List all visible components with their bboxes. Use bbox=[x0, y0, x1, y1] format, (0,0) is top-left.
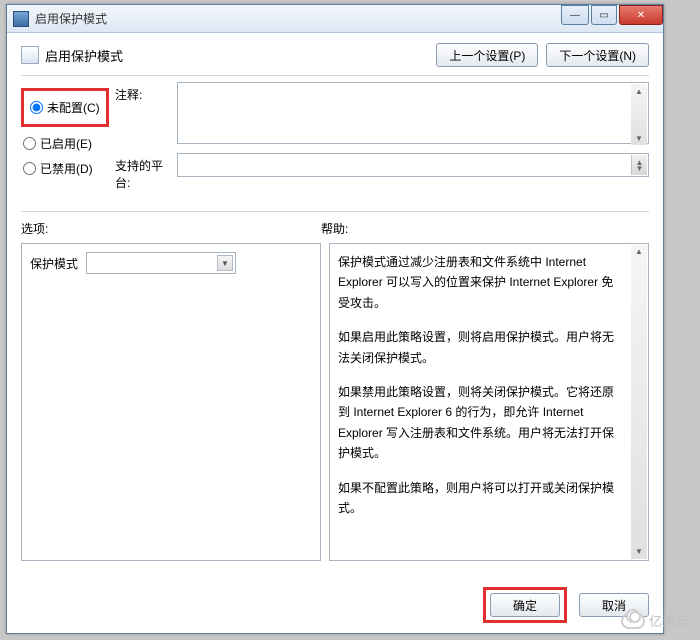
config-row: 未配置(C) 已启用(E) 已禁用(D) 注释: bbox=[21, 82, 649, 197]
comment-wrap: ▲ ▼ bbox=[177, 82, 649, 147]
platform-input[interactable]: ▲ ▼ bbox=[177, 153, 649, 177]
titlebar: 启用保护模式 — ▭ ✕ bbox=[7, 5, 663, 33]
highlight-ok: 确定 bbox=[483, 587, 567, 623]
fields-column: 注释: ▲ ▼ 支持的平台: bbox=[115, 82, 649, 197]
scrollbar[interactable]: ▲ ▼ bbox=[631, 245, 647, 559]
minimize-button[interactable]: — bbox=[561, 5, 589, 25]
help-p1: 保护模式通过减少注册表和文件系统中 Internet Explorer 可以写入… bbox=[338, 252, 624, 313]
scrollbar[interactable]: ▲ ▼ bbox=[631, 155, 647, 175]
scrollbar[interactable]: ▲ ▼ bbox=[631, 84, 647, 145]
radio-disabled[interactable]: 已禁用(D) bbox=[21, 156, 115, 181]
help-panel: 保护模式通过减少注册表和文件系统中 Internet Explorer 可以写入… bbox=[329, 243, 649, 561]
options-heading: 选项: bbox=[21, 220, 321, 237]
option-mode-select[interactable]: ▼ bbox=[86, 252, 236, 274]
policy-icon bbox=[21, 46, 39, 64]
radio-not-configured[interactable]: 未配置(C) bbox=[28, 95, 102, 120]
prev-setting-button[interactable]: 上一个设置(P) bbox=[436, 43, 538, 67]
watermark-text: 亿速云 bbox=[649, 611, 688, 630]
window-controls: — ▭ ✕ bbox=[559, 5, 663, 25]
comment-input[interactable] bbox=[177, 82, 649, 144]
help-heading: 帮助: bbox=[321, 220, 649, 237]
platform-wrap: ▲ ▼ bbox=[177, 153, 649, 177]
comment-row: 注释: ▲ ▼ bbox=[115, 82, 649, 147]
radio-enabled[interactable]: 已启用(E) bbox=[21, 131, 115, 156]
footer: 确定 取消 bbox=[21, 587, 649, 623]
option-row-mode: 保护模式 ▼ bbox=[30, 252, 312, 274]
option-mode-label: 保护模式 bbox=[30, 255, 78, 272]
scroll-down-icon: ▼ bbox=[631, 545, 647, 559]
dialog-window: 启用保护模式 — ▭ ✕ 启用保护模式 上一个设置(P) 下一个设置(N) 未配… bbox=[6, 4, 664, 634]
scroll-up-icon: ▲ bbox=[631, 245, 647, 259]
separator bbox=[21, 211, 649, 212]
radio-enabled-label: 已启用(E) bbox=[40, 135, 92, 152]
next-setting-button[interactable]: 下一个设置(N) bbox=[546, 43, 649, 67]
platform-row: 支持的平台: ▲ ▼ bbox=[115, 153, 649, 191]
header-row: 启用保护模式 上一个设置(P) 下一个设置(N) bbox=[21, 43, 649, 67]
scroll-up-icon: ▲ bbox=[631, 84, 647, 98]
help-body: 保护模式通过减少注册表和文件系统中 Internet Explorer 可以写入… bbox=[338, 252, 624, 518]
scroll-down-icon: ▼ bbox=[631, 131, 647, 145]
maximize-button[interactable]: ▭ bbox=[591, 5, 617, 25]
panels: 保护模式 ▼ 保护模式通过减少注册表和文件系统中 Internet Explor… bbox=[21, 243, 649, 561]
column-labels: 选项: 帮助: bbox=[21, 220, 649, 237]
platform-label: 支持的平台: bbox=[115, 153, 177, 191]
chevron-down-icon: ▼ bbox=[217, 255, 233, 271]
help-p4: 如果不配置此策略，则用户将可以打开或关闭保护模式。 bbox=[338, 478, 624, 519]
radio-column: 未配置(C) 已启用(E) 已禁用(D) bbox=[21, 82, 115, 181]
highlight-not-configured: 未配置(C) bbox=[21, 88, 109, 127]
nav-buttons: 上一个设置(P) 下一个设置(N) bbox=[436, 43, 649, 67]
watermark: 亿速云 bbox=[621, 611, 688, 630]
radio-enabled-input[interactable] bbox=[23, 137, 36, 150]
radio-not-configured-label: 未配置(C) bbox=[47, 99, 100, 116]
cloud-icon bbox=[621, 613, 645, 629]
app-icon bbox=[13, 11, 29, 27]
help-p3: 如果禁用此策略设置，则将关闭保护模式。它将还原到 Internet Explor… bbox=[338, 382, 624, 464]
radio-disabled-label: 已禁用(D) bbox=[40, 160, 93, 177]
close-button[interactable]: ✕ bbox=[619, 5, 663, 25]
separator bbox=[21, 75, 649, 76]
ok-button[interactable]: 确定 bbox=[490, 593, 560, 617]
radio-not-configured-input[interactable] bbox=[30, 101, 43, 114]
scroll-down-icon: ▼ bbox=[632, 161, 647, 175]
dialog-content: 启用保护模式 上一个设置(P) 下一个设置(N) 未配置(C) 已启用(E) bbox=[7, 33, 663, 571]
policy-title: 启用保护模式 bbox=[45, 46, 436, 65]
comment-label: 注释: bbox=[115, 82, 177, 103]
help-p2: 如果启用此策略设置，则将启用保护模式。用户将无法关闭保护模式。 bbox=[338, 327, 624, 368]
options-panel: 保护模式 ▼ bbox=[21, 243, 321, 561]
radio-disabled-input[interactable] bbox=[23, 162, 36, 175]
